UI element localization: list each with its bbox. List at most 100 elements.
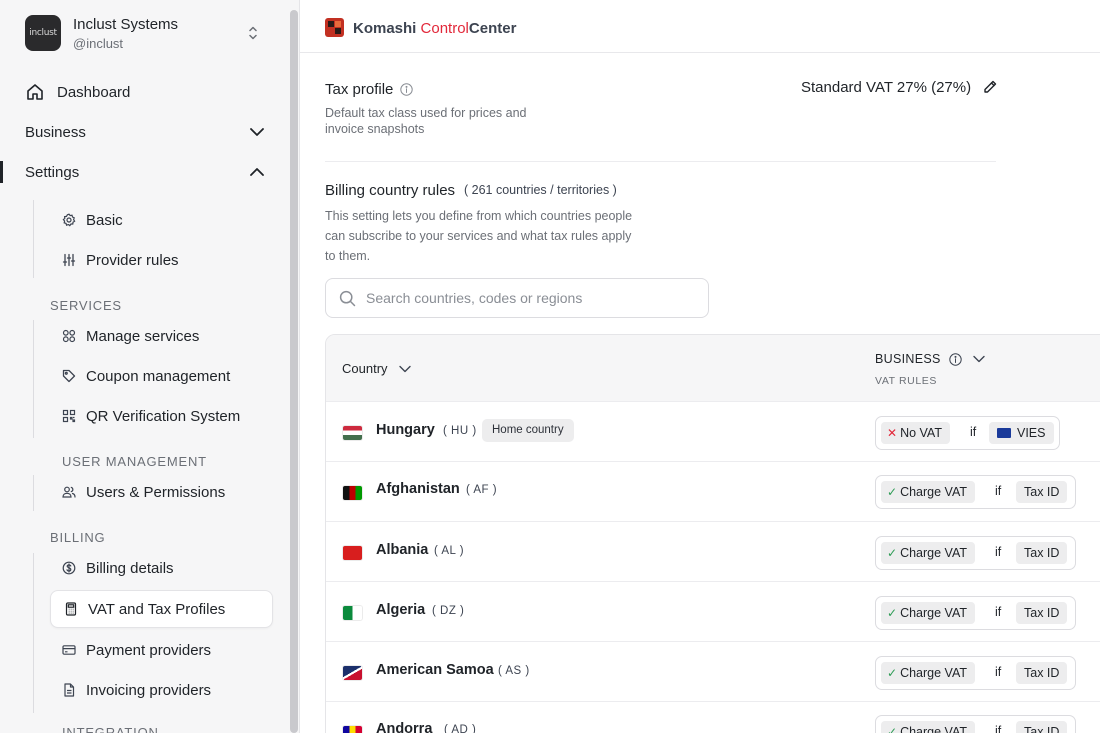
flag-dz-icon (343, 606, 362, 620)
if-label: if (995, 724, 1002, 733)
table-row[interactable]: Albania ( AL ) ✓ Charge VAT if Tax ID (326, 522, 1100, 582)
rule-chip[interactable]: ✓ Charge VAT (881, 481, 975, 503)
nav-basic[interactable]: Basic (62, 205, 272, 235)
x-icon: ✕ (887, 426, 898, 440)
if-label: if (970, 425, 977, 439)
check-icon: ✓ (887, 666, 898, 680)
main-content: Komashi ControlCenter Tax profile Defaul… (300, 0, 1100, 733)
column-business[interactable]: BUSINESS (875, 352, 986, 366)
condition-chip[interactable]: Tax ID (1016, 662, 1068, 684)
vat-rule[interactable]: ✓ Charge VAT if Tax ID (875, 656, 1076, 690)
section-billing: BILLING (50, 530, 106, 545)
rule-chip[interactable]: ✕ No VAT (881, 422, 950, 444)
condition-chip[interactable]: VIES (989, 422, 1054, 444)
rule-chip[interactable]: ✓ Charge VAT (881, 721, 975, 733)
column-business-label: BUSINESS (875, 352, 941, 366)
nav-manage-services[interactable]: Manage services (62, 321, 272, 351)
country-name: Andorra (376, 721, 433, 733)
vat-rule[interactable]: ✓ Charge VAT if Tax ID (875, 475, 1076, 509)
nav-invoicing-providers-label: Invoicing providers (86, 681, 212, 699)
nav-provider-rules[interactable]: Provider rules (62, 245, 272, 275)
nav-vat-tax-profiles-label: VAT and Tax Profiles (88, 600, 226, 618)
info-icon[interactable] (400, 83, 414, 96)
column-country-label: Country (342, 361, 388, 376)
nav-vat-tax-profiles[interactable]: VAT and Tax Profiles (50, 590, 273, 628)
table-row[interactable]: American Samoa ( AS ) ✓ Charge VAT if Tax… (326, 642, 1100, 702)
billing-rules-title: Billing country rules (325, 182, 456, 199)
flag-ad-icon (343, 726, 362, 733)
country-name: Afghanistan (376, 481, 460, 497)
billing-rules-count: ( 261 countries / territories ) (464, 183, 617, 197)
check-icon: ✓ (887, 606, 898, 620)
column-business-subtitle: VAT RULES (875, 375, 938, 387)
info-icon[interactable] (948, 352, 962, 366)
table-row[interactable]: Andorra ( AD ) ✓ Charge VAT if Tax ID (326, 702, 1100, 733)
rule-label: Charge VAT (900, 485, 967, 499)
nav-business[interactable]: Business (25, 117, 265, 147)
dollar-circle-icon (62, 561, 76, 575)
search-icon (339, 290, 356, 307)
rule-label: No VAT (900, 426, 942, 440)
nav-qr-verification-label: QR Verification System (86, 407, 241, 425)
nav-basic-label: Basic (86, 211, 123, 229)
nav-settings-label: Settings (25, 163, 80, 181)
nav-invoicing-providers[interactable]: Invoicing providers (62, 675, 272, 705)
nav-dashboard[interactable]: Dashboard (25, 77, 265, 107)
vat-rule[interactable]: ✕ No VAT if VIES (875, 416, 1060, 450)
chevron-up-down-icon (249, 26, 257, 40)
vat-rule[interactable]: ✓ Charge VAT if Tax ID (875, 536, 1076, 570)
nav-billing-details[interactable]: Billing details (62, 553, 272, 583)
flag-af-icon (343, 486, 362, 500)
country-code: ( AS ) (498, 665, 530, 677)
condition-chip[interactable]: Tax ID (1016, 602, 1068, 624)
column-country[interactable]: Country (342, 361, 412, 376)
grid-icon (62, 329, 76, 343)
vat-rule[interactable]: ✓ Charge VAT if Tax ID (875, 715, 1076, 733)
credit-card-icon (62, 645, 76, 655)
condition-label: Tax ID (1024, 485, 1060, 499)
table-row[interactable]: Afghanistan ( AF ) ✓ Charge VAT if Tax ID (326, 462, 1100, 522)
check-icon: ✓ (887, 725, 898, 733)
users-icon (62, 486, 76, 498)
nav-qr-verification[interactable]: QR Verification System (62, 401, 272, 431)
condition-chip[interactable]: Tax ID (1016, 721, 1068, 733)
nav-business-label: Business (25, 123, 86, 141)
table-row[interactable]: Hungary ( HU ) Home country ✕ No VAT if V… (326, 402, 1100, 462)
chevron-up-icon (250, 168, 264, 176)
condition-label: Tax ID (1024, 725, 1060, 733)
table-row[interactable]: Algeria ( DZ ) ✓ Charge VAT if Tax ID (326, 582, 1100, 642)
country-name: American Samoa (376, 662, 494, 678)
vat-rule[interactable]: ✓ Charge VAT if Tax ID (875, 596, 1076, 630)
rule-chip[interactable]: ✓ Charge VAT (881, 602, 975, 624)
qr-code-icon (62, 409, 76, 423)
country-name: Algeria (376, 602, 426, 618)
country-name: Hungary (376, 422, 435, 438)
if-label: if (995, 545, 1002, 559)
rule-label: Charge VAT (900, 666, 967, 680)
check-icon: ✓ (887, 485, 898, 499)
rule-label: Charge VAT (900, 546, 967, 560)
brand-logo-icon (325, 18, 344, 37)
nav-payment-providers[interactable]: Payment providers (62, 635, 272, 665)
org-switcher[interactable]: inclust Inclust Systems @inclust (25, 14, 265, 52)
condition-label: Tax ID (1024, 606, 1060, 620)
billing-rules-description: This setting lets you define from which … (325, 209, 633, 263)
brand-part-1: Komashi (353, 20, 417, 37)
rule-label: Charge VAT (900, 725, 967, 733)
nav-users-permissions[interactable]: Users & Permissions (62, 477, 272, 507)
condition-chip[interactable]: Tax ID (1016, 481, 1068, 503)
sidebar-scrollbar[interactable] (290, 10, 298, 733)
nav-billing-details-label: Billing details (86, 559, 174, 577)
nav-coupon-management[interactable]: Coupon management (62, 361, 272, 391)
country-search[interactable] (325, 278, 709, 318)
pencil-icon[interactable] (982, 79, 998, 95)
country-code: ( AL ) (434, 545, 465, 557)
rule-chip[interactable]: ✓ Charge VAT (881, 662, 975, 684)
country-code: ( HU ) (443, 425, 477, 437)
nav-settings[interactable]: Settings (25, 157, 265, 187)
condition-chip[interactable]: Tax ID (1016, 542, 1068, 564)
country-rules-table: Country BUSINESS VAT RULES Hungary ( HU … (325, 334, 1100, 733)
rule-chip[interactable]: ✓ Charge VAT (881, 542, 975, 564)
search-input[interactable] (366, 279, 696, 317)
top-bar: Komashi ControlCenter (300, 0, 1100, 53)
